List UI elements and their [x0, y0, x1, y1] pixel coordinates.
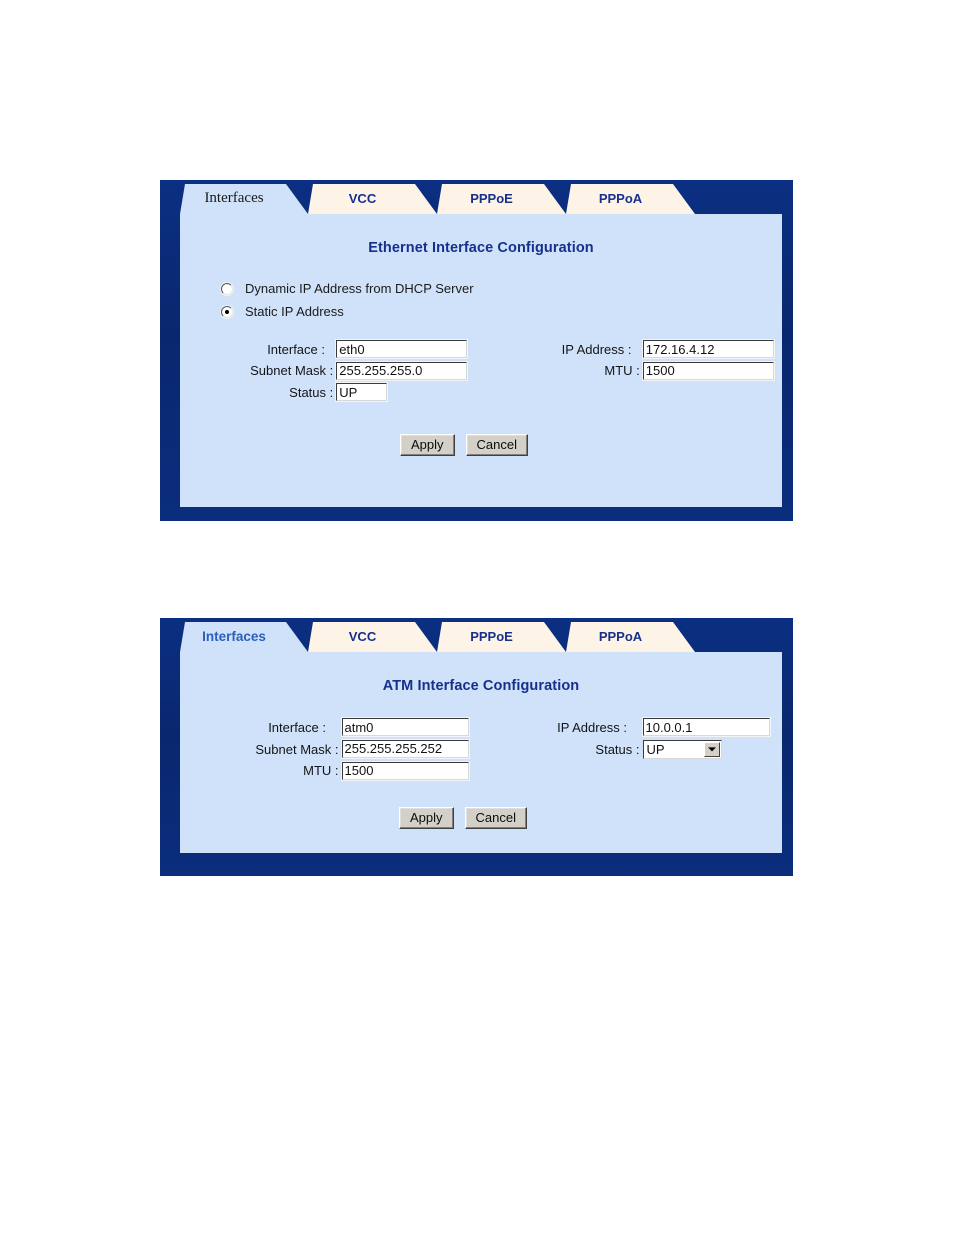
tab-strip: Interfaces VCC PPPoE PPPoA [160, 618, 793, 652]
field-ip-address-wrap [641, 717, 783, 737]
tab-interfaces[interactable]: Interfaces [180, 184, 308, 214]
panel-inner: Interfaces VCC PPPoE PPPoA Ethernet Inte… [160, 180, 793, 519]
radio-option-dynamic-ip[interactable]: Dynamic IP Address from DHCP Server [221, 282, 782, 296]
tab-pppoa[interactable]: PPPoA [566, 184, 695, 214]
ethernet-config-form: Interface : IP Address : Subnet Mask : M… [215, 339, 782, 402]
tab-label: VCC [348, 191, 377, 206]
page-title: ATM Interface Configuration [382, 678, 580, 694]
tab-label: Interfaces [204, 190, 264, 206]
tab-interfaces[interactable]: Interfaces [180, 622, 308, 652]
label-subnet-mask: Subnet Mask : [255, 741, 339, 757]
label-subnet-mask: Subnet Mask : [250, 363, 334, 379]
tab-label: VCC [348, 629, 377, 644]
field-interface-wrap [340, 717, 475, 737]
subnet-mask-input[interactable] [340, 738, 470, 759]
ip-mode-radio-group: Dynamic IP Address from DHCP Server Stat… [180, 282, 782, 319]
field-subnet-mask-wrap [335, 360, 484, 381]
tab-pppoe[interactable]: PPPoE [437, 184, 566, 214]
label-mtu: MTU : [303, 763, 339, 779]
label-interface: Interface : [268, 719, 326, 735]
mtu-input[interactable] [340, 760, 470, 781]
field-status-wrap [335, 382, 484, 402]
field-status-wrap: UP [642, 739, 783, 759]
tab-pppoa[interactable]: PPPoA [566, 622, 695, 652]
panel-inner: Interfaces VCC PPPoE PPPoA ATM Interface… [160, 618, 793, 865]
apply-button[interactable]: Apply [400, 433, 455, 456]
panel-bottom-gap [160, 853, 793, 865]
panel-bottom-gap [160, 507, 793, 519]
panel-content: ATM Interface Configuration Interface : … [180, 652, 782, 853]
tab-label: PPPoE [470, 629, 513, 644]
tab-label: PPPoE [470, 191, 513, 206]
tab-vcc[interactable]: VCC [308, 622, 437, 652]
label-ip-address: IP Address : [561, 341, 632, 357]
field-mtu-wrap [641, 360, 782, 381]
radio-option-static-ip[interactable]: Static IP Address [221, 305, 782, 319]
mtu-input[interactable] [641, 360, 775, 381]
ip-address-input[interactable] [641, 717, 771, 737]
interface-input[interactable] [335, 339, 469, 359]
radio-dynamic-ip-icon[interactable] [221, 283, 233, 295]
apply-button[interactable]: Apply [399, 807, 454, 829]
atm-config-form: Interface : IP Address : Subnet Mask : S… [216, 717, 783, 781]
cancel-button[interactable]: Cancel [464, 807, 527, 829]
tab-vcc[interactable]: VCC [308, 184, 437, 214]
tab-pppoe[interactable]: PPPoE [437, 622, 566, 652]
form-actions: Apply Cancel [180, 433, 748, 456]
ip-address-input[interactable] [641, 339, 775, 359]
page-title: Ethernet Interface Configuration [368, 240, 594, 256]
label-interface: Interface : [267, 341, 325, 357]
radio-static-ip-icon[interactable] [221, 306, 233, 318]
panel-content: Ethernet Interface Configuration Dynamic… [180, 214, 782, 507]
status-select[interactable]: UP [642, 739, 722, 759]
label-status: Status : [595, 741, 640, 757]
field-ip-address-wrap [641, 339, 782, 359]
status-input[interactable] [335, 382, 389, 402]
label-mtu: MTU : [604, 363, 640, 379]
field-interface-wrap [335, 339, 476, 359]
ethernet-interface-panel: Interfaces VCC PPPoE PPPoA Ethernet Inte… [160, 180, 793, 521]
subnet-mask-input[interactable] [335, 360, 469, 381]
label-status: Status : [289, 384, 334, 400]
label-ip-address: IP Address : [557, 719, 627, 735]
tab-label: PPPoA [598, 191, 643, 206]
tab-strip: Interfaces VCC PPPoE PPPoA [160, 180, 793, 214]
interface-input[interactable] [340, 717, 470, 737]
radio-static-ip-label: Static IP Address [245, 304, 344, 319]
chevron-down-icon[interactable] [703, 741, 720, 757]
cancel-button[interactable]: Cancel [465, 433, 528, 456]
atm-interface-panel: Interfaces VCC PPPoE PPPoA ATM Interface… [160, 618, 793, 876]
field-subnet-mask-wrap [340, 738, 488, 759]
field-mtu-wrap [340, 760, 488, 781]
tab-label: Interfaces [202, 629, 266, 644]
form-actions: Apply Cancel [180, 807, 746, 829]
radio-dynamic-ip-label: Dynamic IP Address from DHCP Server [245, 281, 474, 296]
tab-label: PPPoA [598, 629, 643, 644]
